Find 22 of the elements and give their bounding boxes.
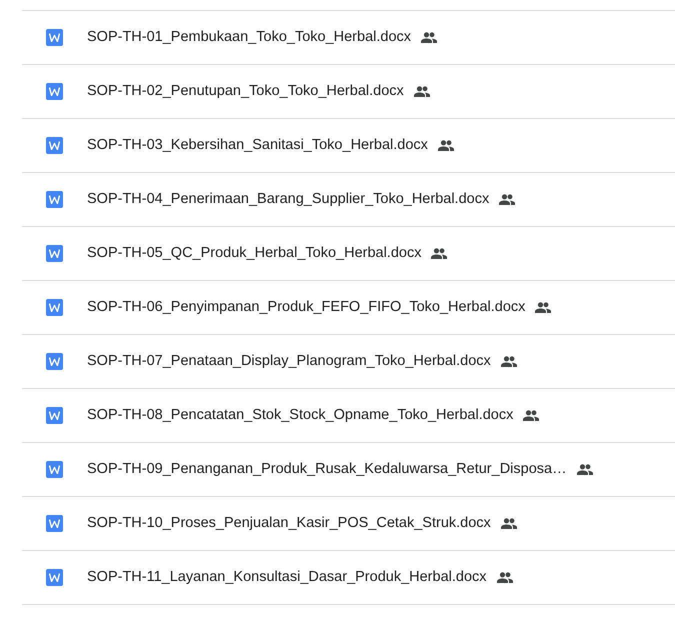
file-name[interactable]: SOP-TH-03_Kebersihan_Sanitasi_Toko_Herbal.docx	[87, 134, 428, 156]
file-name[interactable]: SOP-TH-06_Penyimpanan_Produk_FEFO_FIFO_Toko_Herbal.docx	[87, 296, 526, 318]
file-name[interactable]: SOP-TH-08_Pencatatan_Stok_Stock_Opname_Toko_Herbal.docx	[87, 404, 514, 426]
file-name[interactable]: SOP-TH-09_Penanganan_Produk_Rusak_Kedaluwarsa_Retur_Disposa…	[87, 458, 567, 480]
word-document-icon	[46, 353, 63, 370]
word-document-icon	[46, 461, 63, 478]
file-name[interactable]: SOP-TH-02_Penutupan_Toko_Toko_Herbal.docx	[87, 80, 404, 102]
file-name[interactable]: SOP-TH-10_Proses_Penjualan_Kasir_POS_Cetak_Struk.docx	[87, 512, 491, 534]
word-document-icon	[46, 569, 63, 586]
word-document-icon	[46, 407, 63, 424]
file-name[interactable]: SOP-TH-07_Penataan_Display_Planogram_Toko_Herbal.docx	[87, 350, 491, 372]
file-name[interactable]: SOP-TH-01_Pembukaan_Toko_Toko_Herbal.docx	[87, 26, 412, 48]
word-document-icon	[46, 245, 63, 262]
word-document-icon	[46, 137, 63, 154]
word-document-icon	[46, 29, 63, 46]
word-document-icon	[46, 515, 63, 532]
word-document-icon	[46, 191, 63, 208]
file-name[interactable]: SOP-TH-11_Layanan_Konsultasi_Dasar_Produk_Herbal.docx	[87, 566, 487, 588]
file-name[interactable]: SOP-TH-05_QC_Produk_Herbal_Toko_Herbal.docx	[87, 242, 422, 264]
file-name[interactable]: SOP-TH-04_Penerimaan_Barang_Supplier_Toko_Herbal.docx	[87, 188, 490, 210]
word-document-icon	[46, 83, 63, 100]
word-document-icon	[46, 299, 63, 316]
